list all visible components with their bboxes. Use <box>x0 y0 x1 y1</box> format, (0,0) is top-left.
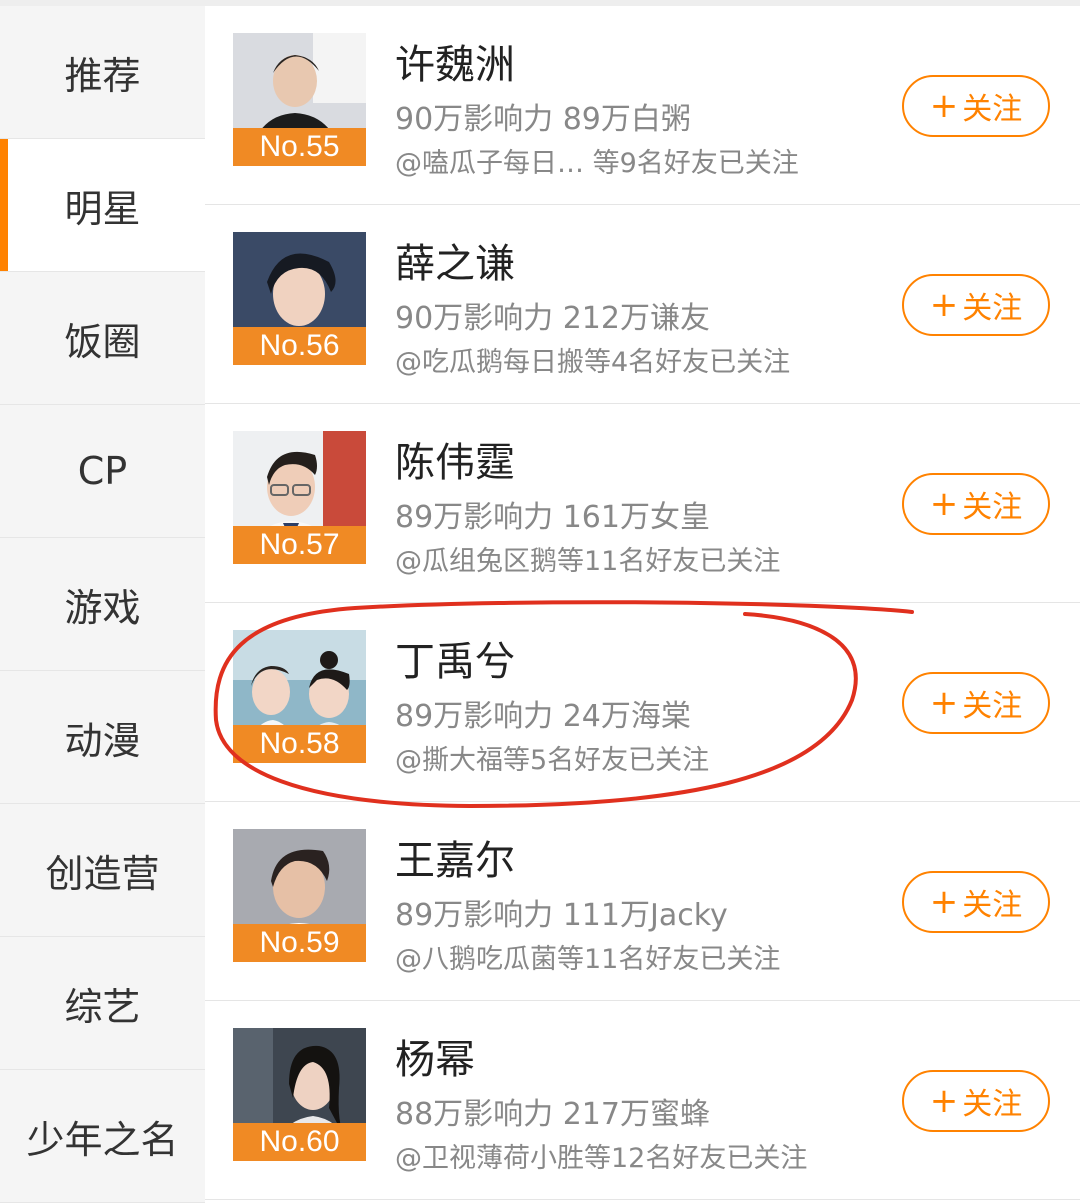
rank-badge: No.56 <box>233 327 366 365</box>
follow-label: 关注 <box>962 888 1023 923</box>
avatar[interactable]: No.55 <box>233 33 366 166</box>
follow-label: 关注 <box>962 291 1023 326</box>
sidebar-item-cp[interactable]: CP <box>0 405 205 538</box>
rank-badge: No.59 <box>233 924 366 962</box>
follow-button[interactable]: + 关注 <box>902 75 1050 137</box>
sidebar-item-variety[interactable]: 综艺 <box>0 937 205 1070</box>
plus-icon: + <box>929 285 959 325</box>
sidebar-item-produce-camp[interactable]: 创造营 <box>0 804 205 937</box>
plus-icon: + <box>929 86 959 126</box>
star-name[interactable]: 薛之谦 <box>395 231 515 289</box>
avatar[interactable]: No.56 <box>233 232 366 365</box>
avatar[interactable]: No.58 <box>233 630 366 763</box>
star-name[interactable]: 杨幂 <box>395 1027 475 1085</box>
friends-following: @卫视薄荷小胜等12名好友已关注 <box>395 1143 808 1174</box>
sidebar-item-label: 动漫 <box>64 718 141 763</box>
avatar[interactable]: No.59 <box>233 829 366 962</box>
follow-button[interactable]: + 关注 <box>902 473 1050 535</box>
list-item[interactable]: No.58 丁禹兮 89万影响力 24万海棠 @撕大福等5名好友已关注 + 关注 <box>205 603 1080 802</box>
influence-stats: 88万影响力 217万蜜蜂 <box>395 1097 710 1132</box>
follow-label: 关注 <box>962 490 1023 525</box>
sidebar-item-label: 少年之名 <box>26 1117 179 1162</box>
sidebar-item-label: 游戏 <box>64 585 141 630</box>
sidebar-item-fandom[interactable]: 饭圈 <box>0 272 205 405</box>
star-name[interactable]: 陈伟霆 <box>395 430 515 488</box>
rank-badge: No.55 <box>233 128 366 166</box>
rank-badge: No.57 <box>233 526 366 564</box>
follow-button[interactable]: + 关注 <box>902 672 1050 734</box>
list-item[interactable]: No.57 陈伟霆 89万影响力 161万女皇 @瓜组兔区鹅等11名好友已关注 … <box>205 404 1080 603</box>
sidebar-item-stars[interactable]: 明星 <box>0 139 205 272</box>
sidebar-item-label: CP <box>77 449 128 493</box>
avatar[interactable]: No.57 <box>233 431 366 564</box>
friends-following: @嗑瓜子每日… 等9名好友已关注 <box>395 148 799 179</box>
sidebar-item-anime[interactable]: 动漫 <box>0 671 205 804</box>
follow-button[interactable]: + 关注 <box>902 1070 1050 1132</box>
list-item[interactable]: No.55 许魏洲 90万影响力 89万白粥 @嗑瓜子每日… 等9名好友已关注 … <box>205 6 1080 205</box>
star-name[interactable]: 王嘉尔 <box>395 828 515 886</box>
follow-button[interactable]: + 关注 <box>902 871 1050 933</box>
influence-stats: 89万影响力 24万海棠 <box>395 699 691 734</box>
category-sidebar: 推荐 明星 饭圈 CP 游戏 动漫 创造营 综艺 少年之名 <box>0 6 205 1203</box>
influence-stats: 90万影响力 89万白粥 <box>395 102 691 137</box>
follow-button[interactable]: + 关注 <box>902 274 1050 336</box>
follow-label: 关注 <box>962 689 1023 724</box>
list-item[interactable]: No.60 杨幂 88万影响力 217万蜜蜂 @卫视薄荷小胜等12名好友已关注 … <box>205 1001 1080 1200</box>
plus-icon: + <box>929 484 959 524</box>
friends-following: @瓜组兔区鹅等11名好友已关注 <box>395 546 781 577</box>
plus-icon: + <box>929 683 959 723</box>
follow-label: 关注 <box>962 92 1023 127</box>
star-name[interactable]: 丁禹兮 <box>395 629 515 687</box>
sidebar-item-label: 明星 <box>64 186 141 231</box>
star-ranking-list: No.55 许魏洲 90万影响力 89万白粥 @嗑瓜子每日… 等9名好友已关注 … <box>205 6 1080 1200</box>
rank-badge: No.60 <box>233 1123 366 1161</box>
friends-following: @撕大福等5名好友已关注 <box>395 745 710 776</box>
rank-badge: No.58 <box>233 725 366 763</box>
influence-stats: 89万影响力 161万女皇 <box>395 500 710 535</box>
follow-label: 关注 <box>962 1087 1023 1122</box>
sidebar-item-label: 饭圈 <box>64 319 141 364</box>
list-item[interactable]: No.59 王嘉尔 89万影响力 111万Jacky @八鹅吃瓜菌等11名好友已… <box>205 802 1080 1001</box>
friends-following: @八鹅吃瓜菌等11名好友已关注 <box>395 944 781 975</box>
influence-stats: 90万影响力 212万谦友 <box>395 301 710 336</box>
friends-following: @吃瓜鹅每日搬等4名好友已关注 <box>395 347 791 378</box>
plus-icon: + <box>929 882 959 922</box>
sidebar-item-label: 综艺 <box>64 984 141 1029</box>
influence-stats: 89万影响力 111万Jacky <box>395 898 728 933</box>
sidebar-item-youth-name[interactable]: 少年之名 <box>0 1070 205 1203</box>
list-item[interactable]: No.56 薛之谦 90万影响力 212万谦友 @吃瓜鹅每日搬等4名好友已关注 … <box>205 205 1080 404</box>
star-name[interactable]: 许魏洲 <box>395 32 515 90</box>
avatar[interactable]: No.60 <box>233 1028 366 1161</box>
sidebar-item-games[interactable]: 游戏 <box>0 538 205 671</box>
plus-icon: + <box>929 1081 959 1121</box>
sidebar-item-recommend[interactable]: 推荐 <box>0 6 205 139</box>
sidebar-item-label: 创造营 <box>45 851 160 896</box>
sidebar-item-label: 推荐 <box>64 53 141 98</box>
